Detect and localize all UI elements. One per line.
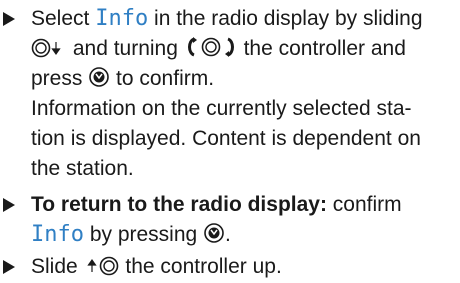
controller-slide-up-icon [86, 256, 118, 276]
keyword-info: Info [95, 6, 149, 31]
step-2-line-2: Info by pressing . [31, 222, 231, 247]
step-3-line-1: Slide the controller up. [31, 255, 282, 278]
step-1-line-3: press to confirm. [31, 67, 215, 90]
heading-return: To return to the radio display: [31, 193, 327, 216]
bullet-arrow-icon [3, 198, 15, 212]
instruction-page: Select Info in the radio display by slid… [0, 0, 460, 283]
step-2-line-1: To return to the radio display: confirm [31, 193, 402, 216]
result-line-2: tion is displayed. Content is dependent … [31, 127, 421, 150]
controller-slide-down-icon [31, 38, 61, 58]
step-1-line-2: and turning the controller and [31, 34, 455, 64]
step-1-line-1: Select Info in the radio display by slid… [31, 6, 423, 31]
keyword-info: Info [31, 222, 84, 247]
bullet-arrow-icon [3, 260, 15, 274]
controller-press-icon [89, 67, 109, 87]
result-line-3: the station. [31, 157, 134, 180]
bullet-arrow-icon [3, 12, 15, 26]
step-1: Select Info in the radio display by slid… [0, 4, 455, 184]
result-line-1: Information on the currently selected st… [31, 97, 412, 120]
controller-turn-icon [187, 37, 234, 57]
step-2: To return to the radio display: confirm … [0, 190, 455, 250]
step-3: Slide the controller up. [0, 252, 455, 282]
controller-press-icon [204, 223, 224, 243]
